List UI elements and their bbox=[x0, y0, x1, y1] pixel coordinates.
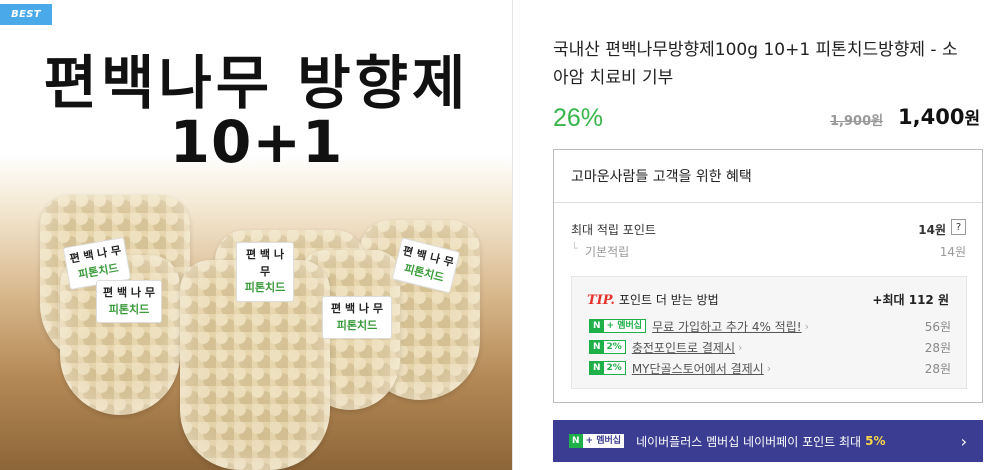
chevron-right-icon: › bbox=[766, 361, 772, 375]
product-title: 국내산 편백나무방향제100g 10+1 피톤치드방향제 - 소아암 치료비 기… bbox=[553, 40, 958, 88]
tip-row-amount: 56원 bbox=[924, 319, 951, 334]
tip-tag: TIP. bbox=[587, 293, 615, 308]
tip-heading: TIP. 포인트 더 받는 방법 bbox=[587, 291, 719, 308]
naver-2pct-badge: N 2% bbox=[589, 340, 626, 354]
tip-row-my-store[interactable]: N 2% MY단골스토어에서 결제시 › 28원 bbox=[589, 359, 951, 377]
tip-row-amount: 28원 bbox=[924, 340, 951, 355]
best-badge: BEST bbox=[0, 4, 52, 25]
sale-price-value: 1,400 bbox=[898, 105, 965, 129]
original-price: 1,900원 bbox=[830, 114, 884, 129]
tip-box: TIP. 포인트 더 받는 방법 +최대 112 원 N + 멤버십 무료 가입하고… bbox=[571, 276, 967, 389]
banner-text: 네이버플러스 멤버십 네이버페이 포인트 최대 bbox=[636, 434, 862, 449]
chevron-right-icon: › bbox=[804, 319, 809, 333]
max-point-value: 14원 bbox=[918, 223, 946, 237]
bag-label: 편 백 나 무 피톤치드 bbox=[96, 280, 162, 323]
chevron-right-icon: › bbox=[738, 340, 743, 354]
naver-membership-badge: N + 멤버십 bbox=[589, 319, 647, 333]
basic-point-label: 기본적립 bbox=[585, 245, 630, 259]
tip-row-membership[interactable]: N + 멤버십 무료 가입하고 추가 4% 적립! › 56원 bbox=[589, 317, 951, 335]
naver-plus-membership-banner[interactable]: N + 멤버십 네이버플러스 멤버십 네이버페이 포인트 최대 5% › bbox=[553, 420, 983, 462]
tip-max-points: +최대 112 원 bbox=[872, 293, 949, 307]
tip-row-charge-point[interactable]: N 2% 충전포인트로 결제시 › 28원 bbox=[589, 338, 951, 356]
max-point-label: 최대 적립 포인트 bbox=[571, 223, 656, 237]
tip-row-amount: 28원 bbox=[924, 361, 951, 376]
tip-row-text[interactable]: MY단골스토어에서 결제시 bbox=[632, 360, 764, 377]
sale-price: 1,400원 bbox=[898, 104, 980, 129]
max-point-row: 최대 적립 포인트 14원 ? bbox=[571, 219, 966, 238]
discount-rate: 26% bbox=[553, 104, 604, 132]
naver-2pct-badge: N 2% bbox=[589, 361, 626, 375]
hero-title-line2: 10+1 bbox=[169, 108, 344, 176]
benefit-heading: 고마운사람들 고객을 위한 혜택 bbox=[554, 150, 982, 203]
sale-price-unit: 원 bbox=[964, 109, 981, 129]
bag-label: 편 백 나 무 피톤치드 bbox=[322, 296, 392, 339]
naver-membership-badge: N + 멤버십 bbox=[569, 434, 625, 448]
banner-percent: 5% bbox=[865, 434, 886, 448]
help-icon[interactable]: ? bbox=[951, 219, 966, 235]
product-image[interactable]: BEST 편백나무 방향제 10+1 편 백 나 무 피톤치드 편 백 나 무 피톤… bbox=[0, 0, 513, 470]
bag-label: 편 백 나 무 피톤치드 bbox=[236, 242, 294, 302]
benefit-panel: 고마운사람들 고객을 위한 혜택 최대 적립 포인트 14원 ? 기본적립 14… bbox=[553, 149, 983, 403]
tip-label: 포인트 더 받는 방법 bbox=[618, 293, 719, 307]
basic-point-value: 14원 bbox=[939, 245, 966, 259]
chevron-right-icon[interactable]: › bbox=[961, 432, 967, 451]
tip-row-text[interactable]: 충전포인트로 결제시 bbox=[632, 339, 735, 356]
tip-row-text[interactable]: 무료 가입하고 추가 4% 적립! bbox=[652, 318, 802, 335]
basic-point-row: 기본적립 14원 bbox=[571, 242, 966, 260]
